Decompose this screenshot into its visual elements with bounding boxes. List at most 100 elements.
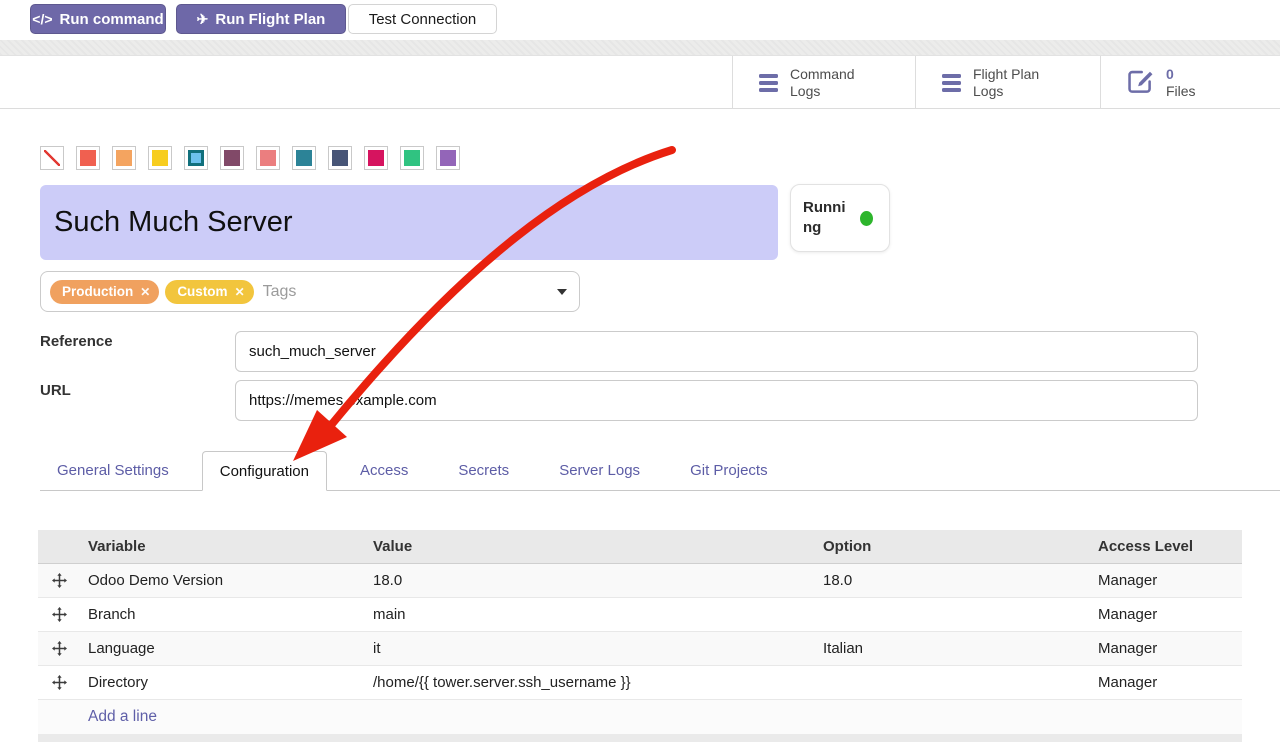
drag-handle-icon[interactable] — [52, 641, 67, 656]
table-row[interactable]: Odoo Demo Version 18.0 18.0 Manager — [38, 563, 1242, 597]
cell-variable[interactable]: Directory — [80, 665, 365, 699]
run-flight-plan-button[interactable]: ✈ Run Flight Plan — [176, 4, 346, 34]
cell-access-level[interactable]: Manager — [1090, 665, 1242, 699]
column-header-option: Option — [815, 530, 1090, 563]
run-command-button[interactable]: </> Run command — [30, 4, 166, 34]
remove-tag-icon[interactable]: ✕ — [140, 285, 150, 299]
column-header-access-level: Access Level — [1090, 530, 1242, 563]
table-footer-strip — [38, 734, 1242, 742]
url-input[interactable] — [235, 380, 1198, 421]
tab[interactable]: Access — [343, 452, 425, 490]
color-swatch-fill — [404, 150, 420, 166]
list-lines-icon — [759, 74, 778, 92]
table-row[interactable]: Branch main Manager — [38, 597, 1242, 631]
separator-band — [0, 40, 1280, 56]
tag-pill[interactable]: Custom ✕ — [165, 280, 253, 304]
cell-value[interactable]: 18.0 — [365, 563, 815, 597]
table-header-row: Variable Value Option Access Level — [38, 530, 1242, 563]
code-icon: </> — [32, 11, 52, 27]
configuration-table: Variable Value Option Access Level Odoo … — [38, 530, 1242, 742]
reference-label: Reference — [40, 333, 113, 350]
reference-input[interactable] — [235, 331, 1198, 372]
column-header-value: Value — [365, 530, 815, 563]
tab-label: Secrets — [458, 462, 509, 479]
tab[interactable]: Server Logs — [542, 452, 657, 490]
color-swatch[interactable] — [364, 146, 388, 170]
cell-option[interactable]: Italian — [815, 631, 1090, 665]
handle-column-header — [38, 530, 80, 563]
tab[interactable]: Secrets — [441, 452, 526, 490]
top-action-bar: </> Run command ✈ Run Flight Plan Test C… — [0, 0, 1280, 40]
command-logs-button[interactable]: Command Logs — [732, 56, 915, 109]
color-swatch[interactable] — [112, 146, 136, 170]
color-swatch-fill — [260, 150, 276, 166]
stat-buttons: Command Logs Flight Plan Logs 0 Files — [732, 56, 1280, 109]
color-swatch[interactable] — [76, 146, 100, 170]
test-connection-button[interactable]: Test Connection — [348, 4, 497, 34]
cell-option[interactable] — [815, 597, 1090, 631]
color-swatch-fill — [224, 150, 240, 166]
color-swatch-fill — [332, 150, 348, 166]
drag-handle-icon[interactable] — [52, 607, 67, 622]
color-swatch-fill — [152, 150, 168, 166]
run-flight-plan-label: Run Flight Plan — [215, 11, 325, 28]
tab[interactable]: General Settings — [40, 452, 186, 490]
table-row[interactable]: Directory /home/{{ tower.server.ssh_user… — [38, 665, 1242, 699]
color-swatch[interactable] — [148, 146, 172, 170]
tag-pill[interactable]: Production ✕ — [50, 280, 159, 304]
color-swatch[interactable] — [220, 146, 244, 170]
cell-variable[interactable]: Branch — [80, 597, 365, 631]
color-swatch-fill — [440, 150, 456, 166]
cell-value[interactable]: /home/{{ tower.server.ssh_username }} — [365, 665, 815, 699]
color-swatch[interactable] — [292, 146, 316, 170]
cell-access-level[interactable]: Manager — [1090, 563, 1242, 597]
tab[interactable]: Git Projects — [673, 452, 785, 490]
command-logs-label: Command Logs — [790, 66, 876, 98]
color-swatch[interactable] — [328, 146, 352, 170]
cell-option[interactable] — [815, 665, 1090, 699]
color-swatch[interactable] — [184, 146, 208, 170]
tab-label: Git Projects — [690, 462, 768, 479]
flight-plan-logs-button[interactable]: Flight Plan Logs — [915, 56, 1100, 109]
color-swatch[interactable] — [256, 146, 280, 170]
edit-pencil-square-icon — [1127, 67, 1154, 99]
cell-variable[interactable]: Odoo Demo Version — [80, 563, 365, 597]
color-swatch-fill — [368, 150, 384, 166]
tags-input[interactable]: Production ✕ Custom ✕ Tags — [40, 271, 580, 312]
add-line-row: Add a line — [38, 700, 1242, 734]
status-dot-icon — [860, 211, 873, 226]
cell-option[interactable]: 18.0 — [815, 563, 1090, 597]
tab[interactable]: Configuration — [202, 451, 327, 491]
cell-variable[interactable]: Language — [80, 631, 365, 665]
url-label: URL — [40, 382, 71, 399]
status-badge[interactable]: Running — [790, 184, 890, 252]
tag-label: Custom — [177, 284, 227, 299]
color-swatch[interactable] — [400, 146, 424, 170]
drag-handle-icon[interactable] — [52, 675, 67, 690]
color-swatch-fill — [116, 150, 132, 166]
chevron-down-icon[interactable] — [557, 289, 567, 295]
run-command-label: Run command — [60, 11, 164, 28]
cell-access-level[interactable]: Manager — [1090, 631, 1242, 665]
color-swatch[interactable] — [436, 146, 460, 170]
page-header: Command Logs Flight Plan Logs 0 Files — [0, 56, 1280, 109]
column-header-variable: Variable — [80, 530, 365, 563]
files-button[interactable]: 0 Files — [1100, 56, 1280, 109]
drag-handle-icon[interactable] — [52, 573, 67, 588]
color-swatch-fill — [296, 150, 312, 166]
cell-access-level[interactable]: Manager — [1090, 597, 1242, 631]
color-swatch[interactable] — [40, 146, 64, 170]
tab-label: General Settings — [57, 462, 169, 479]
server-name-input[interactable] — [40, 185, 778, 260]
cell-value[interactable]: main — [365, 597, 815, 631]
tab-label: Configuration — [220, 463, 309, 480]
tag-pills: Production ✕ Custom ✕ — [50, 280, 260, 304]
tab-label: Access — [360, 462, 408, 479]
remove-tag-icon[interactable]: ✕ — [235, 285, 245, 299]
color-swatch-fill — [188, 150, 204, 166]
files-label: Files — [1166, 83, 1252, 99]
cell-value[interactable]: it — [365, 631, 815, 665]
status-label: Running — [803, 198, 851, 239]
table-row[interactable]: Language it Italian Manager — [38, 631, 1242, 665]
add-a-line-link[interactable]: Add a line — [46, 708, 157, 726]
